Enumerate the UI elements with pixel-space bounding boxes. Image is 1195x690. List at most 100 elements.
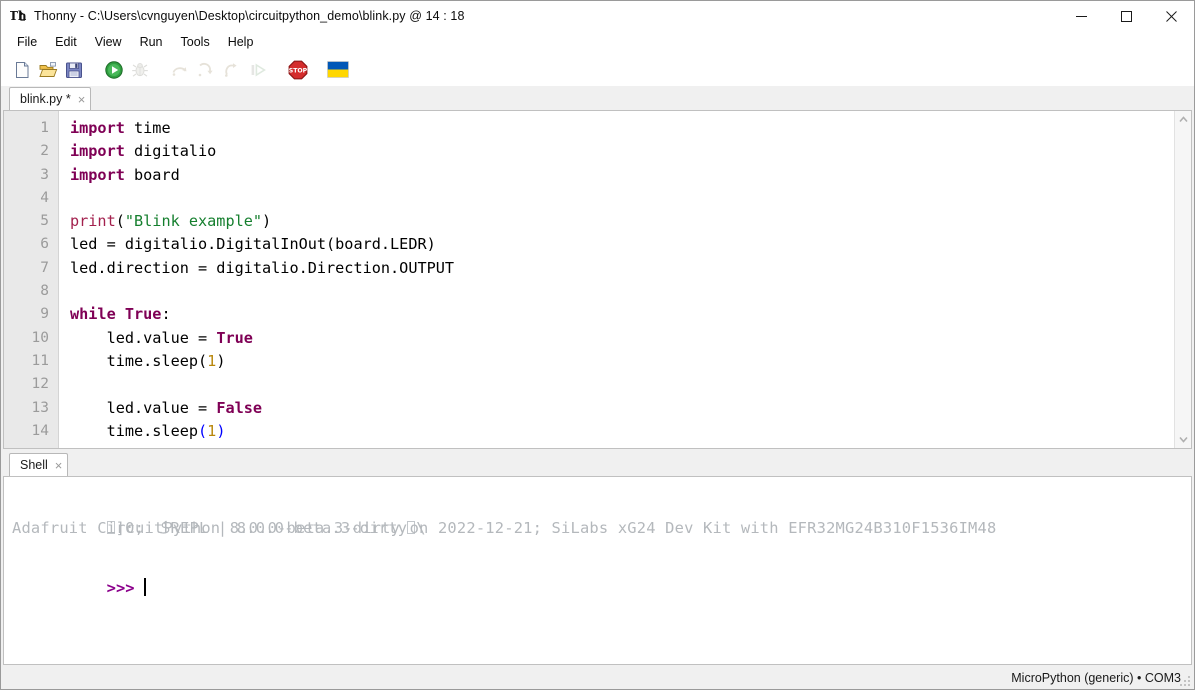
close-icon[interactable]: × <box>78 93 86 106</box>
code-token: import <box>70 142 125 161</box>
code-token: True <box>124 305 162 324</box>
chevron-up-icon[interactable] <box>1175 111 1192 128</box>
code-line: time.sleep(1) <box>70 420 1174 443</box>
shell-tab[interactable]: Shell × <box>9 453 69 476</box>
window-title: Thonny - C:\Users\cvnguyen\Desktop\circu… <box>34 9 465 23</box>
code-token: True <box>216 328 253 347</box>
shell-output-area[interactable]: ]0; REPL | 8.0.0-beta.3-dirty \ Adafruit … <box>4 477 1191 664</box>
menu-bar: File Edit View Run Tools Help <box>1 31 1194 53</box>
chevron-down-icon[interactable] <box>1175 431 1192 448</box>
code-line: led.direction = digitalio.Direction.OUTP… <box>70 257 1174 280</box>
step-into-icon <box>198 62 213 76</box>
code-token: ( <box>198 421 208 440</box>
serial-port: COM3 <box>1144 671 1181 685</box>
shell-console[interactable]: ]0; REPL | 8.0.0-beta.3-dirty \ Adafruit … <box>3 476 1192 665</box>
step-out-icon <box>225 62 237 77</box>
step-out-button[interactable] <box>219 57 245 83</box>
maximize-icon <box>1121 10 1132 22</box>
stop-button[interactable]: STOP <box>285 57 311 83</box>
step-into-button[interactable] <box>193 57 219 83</box>
code-token: import <box>70 119 125 137</box>
close-button[interactable] <box>1149 1 1194 31</box>
menu-item-view[interactable]: View <box>86 33 131 51</box>
status-separator: • <box>1137 671 1142 685</box>
minimize-button[interactable] <box>1059 1 1104 31</box>
editor-tab-blink-py[interactable]: blink.py * × <box>9 87 92 110</box>
menu-item-help[interactable]: Help <box>219 33 263 51</box>
open-file-button[interactable] <box>35 57 61 83</box>
line-number: 3 <box>40 166 49 183</box>
debug-bug-icon <box>132 62 148 77</box>
step-over-icon <box>172 66 187 76</box>
code-token: led = digitalio.DigitalInOut(board.LEDR) <box>70 235 436 254</box>
line-number-gutter: 1 2 3 4 5 6 7 8 9 10 11 12 13 14 <box>4 111 59 448</box>
thonny-window: Th Thonny - C:\Users\cvnguyen\Desktop\ci… <box>0 0 1195 690</box>
code-line: import board <box>70 164 1174 187</box>
close-icon <box>1166 10 1177 22</box>
shell-notebook: Shell × ]0; REPL | 8.0.0-beta.3-dirty \ A… <box>1 452 1194 667</box>
code-line: led.value = False <box>70 397 1174 420</box>
line-number: 5 <box>40 213 49 230</box>
code-line: led = digitalio.DigitalInOut(board.LEDR) <box>70 233 1174 256</box>
code-token: ) <box>216 421 226 440</box>
code-token: board <box>124 165 180 184</box>
line-number: 2 <box>40 143 49 160</box>
shell-prompt-line[interactable]: >>> <box>12 543 1191 597</box>
resume-button[interactable] <box>245 57 271 83</box>
new-file-button[interactable] <box>9 57 35 83</box>
ukraine-flag-button[interactable] <box>325 57 351 83</box>
code-token: digitalio <box>124 142 217 161</box>
code-token: ( <box>115 212 125 231</box>
line-number: 11 <box>31 352 49 369</box>
code-token: led.direction = digitalio.Direction.OUTP… <box>70 258 455 277</box>
run-play-icon <box>105 60 123 79</box>
shell-text-cursor <box>144 578 146 596</box>
code-token: time <box>124 119 171 137</box>
window-controls <box>1059 1 1194 31</box>
code-line: print("Blink example") <box>70 210 1174 233</box>
shell-version-line: Adafruit CircuitPython 8.0.0-beta.3-dirt… <box>12 519 997 537</box>
line-number: 9 <box>40 306 49 323</box>
code-token: while <box>70 305 116 324</box>
run-button[interactable] <box>101 57 127 83</box>
code-text-area[interactable]: import time import digitalio import board … <box>59 111 1174 448</box>
line-number: 4 <box>40 189 49 206</box>
code-token: led.value = <box>70 398 217 417</box>
menu-item-file[interactable]: File <box>8 33 46 51</box>
line-number: 12 <box>31 376 49 393</box>
code-token: ) <box>216 351 226 370</box>
ukraine-flag-icon <box>327 61 349 78</box>
resume-icon <box>251 63 266 76</box>
save-file-button[interactable] <box>61 57 87 83</box>
debug-button[interactable] <box>127 57 153 83</box>
shell-tabstrip: Shell × <box>3 452 1192 476</box>
code-token: import <box>70 165 125 184</box>
code-line: import digitalio <box>70 140 1174 163</box>
interpreter-name: MicroPython (generic) <box>1011 671 1134 685</box>
code-token: time.sleep( <box>70 351 208 370</box>
editor-vertical-scrollbar[interactable] <box>1174 111 1191 448</box>
interpreter-status[interactable]: MicroPython (generic) • COM3 <box>1011 671 1181 685</box>
editor-tabstrip: blink.py * × <box>3 86 1192 110</box>
code-editor[interactable]: 1 2 3 4 5 6 7 8 9 10 11 12 13 14 import time import di… <box>3 110 1192 449</box>
status-bar: MicroPython (generic) • COM3 <box>1 667 1194 689</box>
maximize-button[interactable] <box>1104 1 1149 31</box>
code-token: "Blink example" <box>124 212 263 231</box>
step-over-button[interactable] <box>167 57 193 83</box>
menu-item-tools[interactable]: Tools <box>172 33 219 51</box>
code-line: import time <box>70 117 1174 140</box>
scrollbar-track[interactable] <box>1175 128 1192 431</box>
code-token: 1 <box>207 351 217 370</box>
close-icon[interactable]: × <box>55 459 63 472</box>
line-number: 10 <box>31 329 49 346</box>
menu-item-edit[interactable]: Edit <box>46 33 86 51</box>
line-number: 14 <box>31 422 49 439</box>
shell-banner-line: ]0; REPL | 8.0.0-beta.3-dirty \ <box>12 483 1191 537</box>
resize-grip-icon[interactable] <box>1178 674 1192 688</box>
code-token: time.sleep <box>70 421 199 440</box>
line-number: 13 <box>31 399 49 416</box>
code-line: time.sleep(1) <box>70 350 1174 373</box>
menu-item-run[interactable]: Run <box>131 33 172 51</box>
minimize-icon <box>1076 15 1087 17</box>
